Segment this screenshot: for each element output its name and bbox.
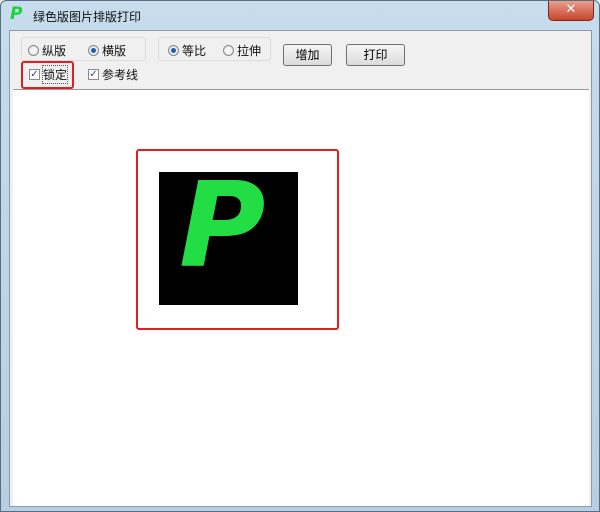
app-logo-icon: P bbox=[10, 4, 23, 24]
print-button[interactable]: 打印 bbox=[346, 44, 405, 66]
radio-label: 纵版 bbox=[42, 44, 67, 58]
add-button[interactable]: 增加 bbox=[283, 44, 332, 66]
radio-proportional[interactable]: 等比 bbox=[168, 42, 206, 59]
radio-label: 拉伸 bbox=[237, 44, 262, 58]
window-title: 绿色版图片排版打印 bbox=[33, 10, 142, 24]
lock-highlight-box bbox=[21, 61, 74, 89]
radio-icon bbox=[28, 45, 39, 56]
radio-label: 横版 bbox=[102, 44, 127, 58]
image-highlight-box bbox=[136, 149, 339, 330]
guides-checkbox[interactable]: ✓ 参考线 bbox=[88, 66, 138, 83]
radio-stretch[interactable]: 拉伸 bbox=[223, 42, 261, 59]
radio-portrait[interactable]: 纵版 bbox=[28, 42, 66, 59]
radio-landscape[interactable]: 横版 bbox=[88, 42, 126, 59]
checkbox-checked-icon: ✓ bbox=[88, 69, 99, 80]
close-icon: ✕ bbox=[565, 2, 577, 17]
radio-icon bbox=[168, 45, 179, 56]
app-window: P 绿色版图片排版打印 ✕ 纵版 横版 等比 拉伸 增加 打印 ✓ 锁定 ✓ 参考线… bbox=[0, 0, 600, 512]
radio-icon bbox=[88, 45, 99, 56]
radio-label: 等比 bbox=[182, 44, 207, 58]
radio-icon bbox=[223, 45, 234, 56]
close-button[interactable]: ✕ bbox=[548, 1, 594, 21]
checkbox-label: 参考线 bbox=[102, 68, 139, 82]
